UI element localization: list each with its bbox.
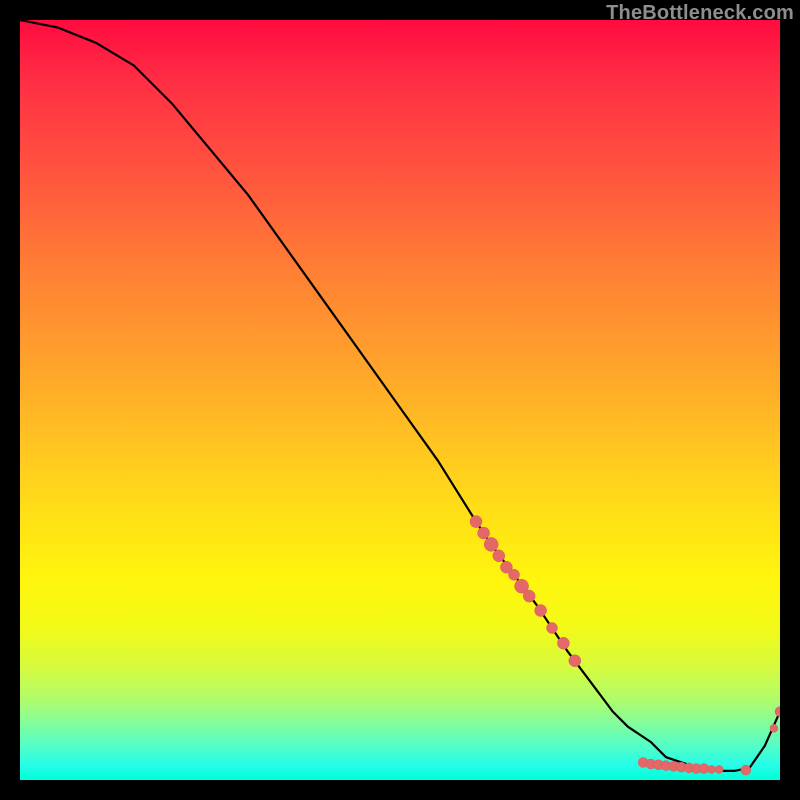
bottleneck-curve: [20, 20, 780, 771]
chart-stage: TheBottleneck.com: [0, 0, 800, 800]
data-point: [770, 724, 778, 732]
data-point: [523, 590, 535, 602]
data-point: [569, 655, 581, 667]
plot-area: [20, 20, 780, 780]
data-point: [509, 569, 520, 580]
data-point: [535, 605, 547, 617]
data-point: [715, 765, 723, 773]
chart-overlay: [20, 20, 780, 780]
data-point: [470, 516, 482, 528]
data-point: [708, 765, 716, 773]
data-point: [741, 765, 751, 775]
data-point: [484, 537, 498, 551]
data-point: [478, 527, 490, 539]
data-point: [547, 623, 558, 634]
data-point: [493, 550, 505, 562]
data-point: [557, 637, 569, 649]
marker-group: [470, 516, 780, 776]
data-point: [775, 707, 780, 717]
